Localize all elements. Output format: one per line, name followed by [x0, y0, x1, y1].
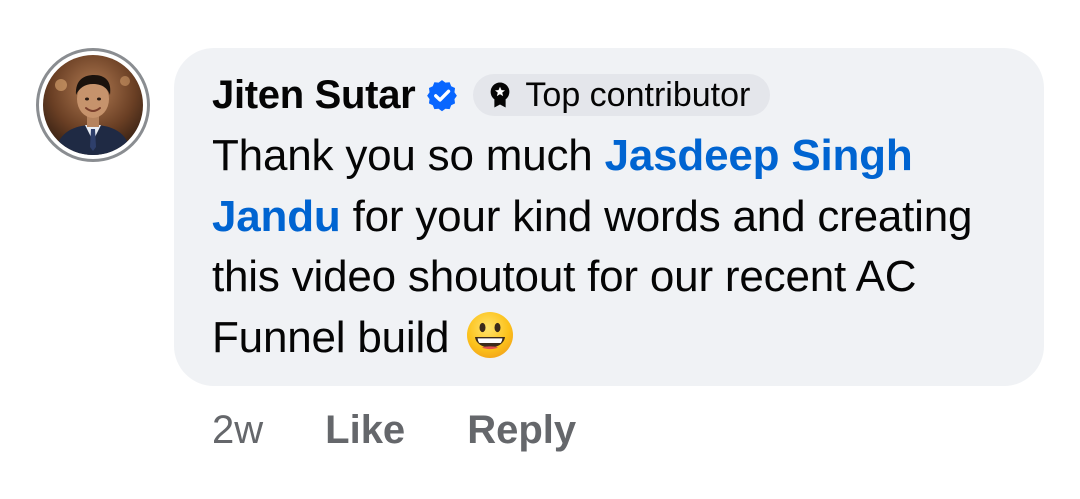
- comment-text-start: Thank you so much: [212, 131, 605, 180]
- contributor-medal-icon: [491, 82, 510, 108]
- badge-label: Top contributor: [525, 75, 751, 114]
- comment-text: Thank you so much Jasdeep Singh Jandu fo…: [212, 126, 1012, 368]
- reply-button[interactable]: Reply: [467, 408, 576, 453]
- author-name[interactable]: Jiten Sutar: [212, 73, 416, 118]
- comment-header: Jiten Sutar Top contributor: [212, 70, 771, 120]
- comment-bubble: Jiten Sutar Top contributor Thank you so…: [174, 48, 1044, 386]
- profile-photo-icon: [43, 55, 143, 155]
- like-button[interactable]: Like: [325, 408, 405, 453]
- avatar[interactable]: [36, 48, 150, 162]
- comment-actions: 2w Like Reply: [212, 404, 638, 456]
- comment: Jiten Sutar Top contributor Thank you so…: [0, 0, 1080, 499]
- grinning-face-emoji-icon: [467, 311, 514, 358]
- verified-badge-icon: [427, 80, 458, 112]
- top-contributor-badge[interactable]: Top contributor: [473, 74, 771, 116]
- comment-timestamp[interactable]: 2w: [212, 408, 263, 453]
